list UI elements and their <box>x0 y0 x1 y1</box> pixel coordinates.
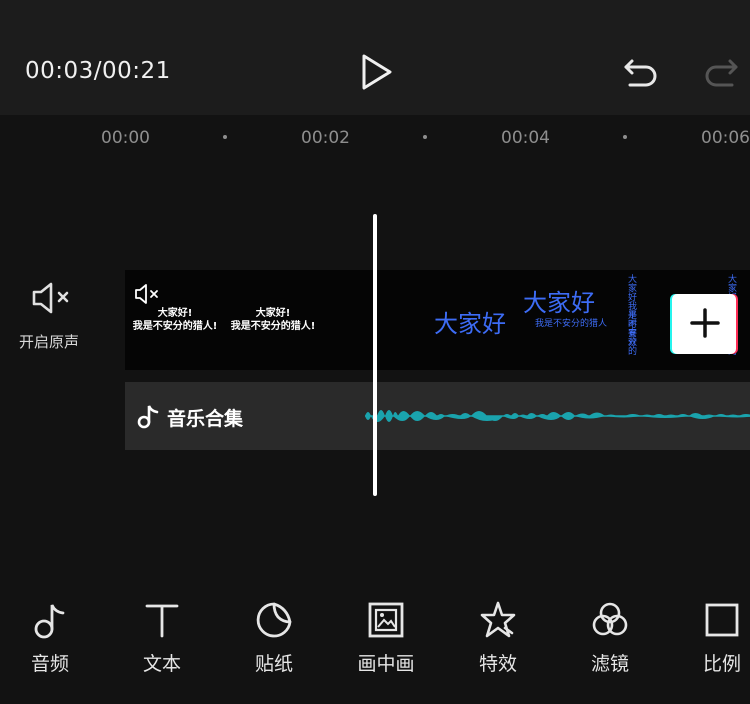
clip-frame-subtitle: 我是不安分的猎人 <box>535 319 608 329</box>
toolbar-item-label: 画中画 <box>357 653 415 675</box>
toolbar-item-effects[interactable]: 特效 <box>448 590 548 676</box>
ruler-dot <box>423 135 427 139</box>
toolbar-item-pip[interactable]: 画中画 <box>336 590 436 676</box>
toolbar-item-label: 滤镜 <box>590 653 629 675</box>
timecode: 00:03/00:21 <box>25 58 171 84</box>
ruler-tick: 00:02 <box>301 128 350 148</box>
text-icon <box>145 604 179 638</box>
aspect-ratio-icon <box>705 603 739 637</box>
clip-frame-text: 大家好! 我是不安分的猎人! <box>223 307 323 333</box>
toolbar-item-audio[interactable]: 音频 <box>0 590 100 676</box>
redo-icon <box>705 59 738 87</box>
toolbar-item-filter[interactable]: 滤镜 <box>560 590 660 676</box>
clip-frame-text: 大家好! 我是不安分的猎人! <box>125 307 225 333</box>
top-bar: 00:03/00:21 <box>0 0 750 115</box>
ruler-dot <box>223 135 227 139</box>
plus-icon <box>690 308 720 338</box>
ruler-tick: 00:00 <box>101 128 150 148</box>
add-button-face <box>672 294 736 354</box>
music-note-icon <box>34 604 65 639</box>
bottom-toolbar: 音频 文本 贴纸 画中画 特效 滤镜 比例 <box>0 590 750 704</box>
speaker-muted-icon <box>32 282 69 314</box>
clip-frame-vertical-text: 平时喜欢 <box>626 310 636 346</box>
undo-icon <box>624 59 657 87</box>
play-button[interactable] <box>355 52 395 92</box>
effects-star-icon <box>480 601 516 638</box>
original-sound-label: 开启原声 <box>18 333 79 351</box>
frame-caption: 大家好! <box>255 308 291 319</box>
frame-caption: 我是不安分的猎人! <box>132 321 218 332</box>
clip-frame-title: 大家好 <box>523 289 595 317</box>
toolbar-item-ratio[interactable]: 比例 <box>672 590 750 676</box>
video-track[interactable]: 大家好! 我是不安分的猎人! 大家好! 我是不安分的猎人! 大家好 大家好 我是… <box>125 270 750 370</box>
ruler-tick: 00:04 <box>501 128 550 148</box>
filter-icon <box>592 602 628 636</box>
speaker-muted-icon <box>135 284 158 304</box>
music-note-icon <box>137 405 159 429</box>
play-icon <box>362 54 392 90</box>
toolbar-item-label: 特效 <box>478 653 517 675</box>
toolbar-item-label: 贴纸 <box>254 653 293 675</box>
ruler-tick: 00:06 <box>701 128 750 148</box>
playhead[interactable] <box>373 214 377 496</box>
time-ruler[interactable]: 00:00 00:02 00:04 00:06 <box>0 115 750 165</box>
redo-button[interactable] <box>702 55 740 89</box>
ruler-dot <box>623 135 627 139</box>
clip-frame-title: 大家好 <box>434 310 506 338</box>
toolbar-item-text[interactable]: 文本 <box>112 590 212 676</box>
toolbar-item-sticker[interactable]: 贴纸 <box>224 590 324 676</box>
frame-caption: 我是不安分的猎人! <box>230 321 316 332</box>
undo-button[interactable] <box>622 55 660 89</box>
toolbar-item-label: 音频 <box>30 653 69 675</box>
toolbar-item-label: 比例 <box>702 653 741 675</box>
picture-in-picture-icon <box>368 602 404 638</box>
audio-waveform <box>365 410 750 422</box>
original-sound-toggle[interactable]: 开启原声 <box>0 280 100 360</box>
music-track[interactable]: 音乐合集 <box>125 382 750 450</box>
music-track-label: 音乐合集 <box>167 408 244 430</box>
frame-caption: 大家好! <box>157 308 193 319</box>
add-clip-button[interactable] <box>670 294 738 354</box>
toolbar-item-label: 文本 <box>142 653 181 675</box>
sticker-icon <box>256 602 292 638</box>
